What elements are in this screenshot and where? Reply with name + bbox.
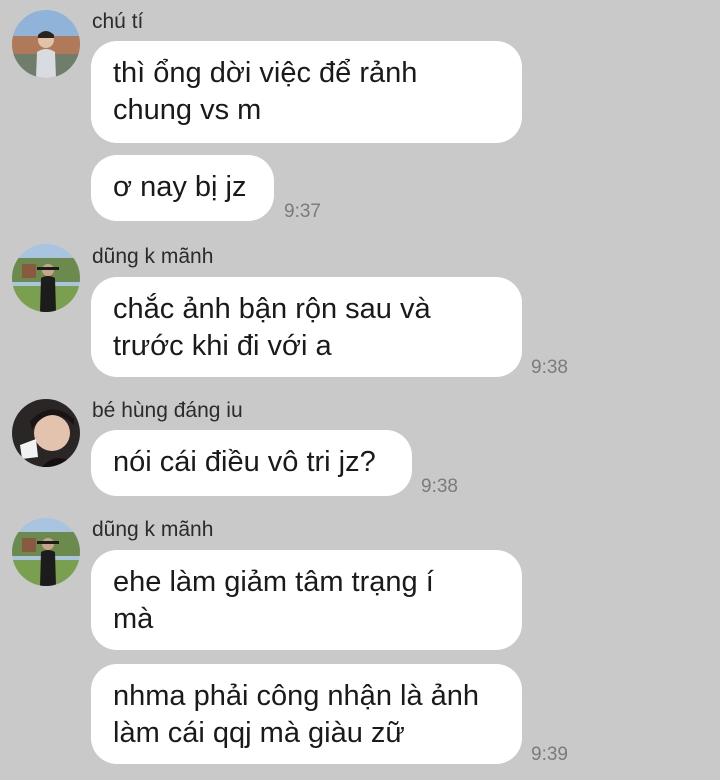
message-bubble[interactable]: ehe làm giảm tâm trạng í mà — [91, 550, 522, 650]
message-bubble[interactable]: thì ổng dời việc để rảnh chung vs m — [91, 41, 522, 143]
message-text: nói cái điều vô tri jz? — [113, 446, 376, 478]
message-text: nhma phải công nhận là ảnh — [113, 680, 480, 712]
sender-name: bé hùng đáng iu — [92, 399, 243, 422]
message-text: ehe làm giảm tâm trạng í — [113, 566, 434, 598]
avatar-be-hung[interactable] — [12, 399, 80, 467]
message-bubble[interactable]: ơ nay bị jz — [91, 155, 274, 221]
message-text: trước khi đi với a — [113, 330, 332, 362]
message-timestamp: 9:38 — [421, 476, 458, 497]
message-text: mà — [113, 603, 154, 635]
message-text: ơ nay bị jz — [113, 171, 247, 203]
message-bubble[interactable]: nhma phải công nhận là ảnh làm cái qqj m… — [91, 664, 522, 764]
message-bubble[interactable]: chắc ảnh bận rộn sau và trước khi đi với… — [91, 277, 522, 377]
message-timestamp: 9:38 — [531, 357, 568, 378]
message-bubble[interactable]: nói cái điều vô tri jz? — [91, 430, 412, 496]
avatar-dung-k-manh[interactable] — [12, 518, 80, 586]
avatar-chu-ti[interactable] — [12, 10, 80, 78]
message-text: chắc ảnh bận rộn sau và — [113, 293, 431, 325]
sender-name: dũng k mãnh — [92, 245, 214, 268]
message-text: thì ổng dời việc để rảnh — [113, 57, 418, 89]
message-timestamp: 9:39 — [531, 744, 568, 765]
sender-name: dũng k mãnh — [92, 518, 214, 541]
sender-name: chú tí — [92, 10, 144, 33]
avatar-dung-k-manh[interactable] — [12, 244, 80, 312]
message-timestamp: 9:37 — [284, 201, 321, 222]
message-text: chung vs m — [113, 94, 262, 126]
message-text: làm cái qqj mà giàu zữ — [113, 717, 405, 749]
